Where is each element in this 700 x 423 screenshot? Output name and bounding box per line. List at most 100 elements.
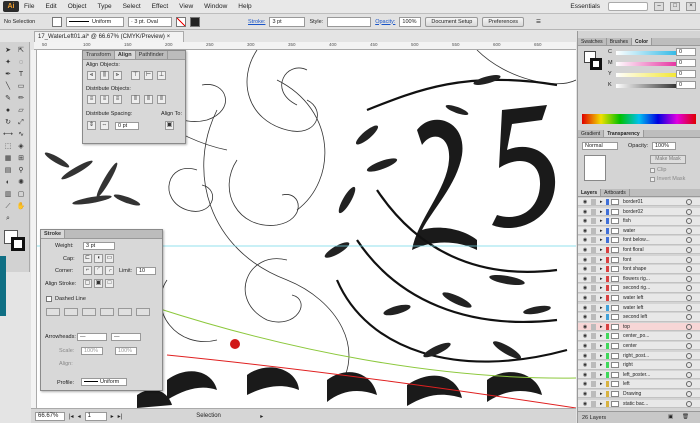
last-artboard-icon[interactable]: ▸| [118,413,123,420]
direct-selection-tool-icon[interactable]: ⇱ [15,46,27,56]
clip-checkbox[interactable] [650,168,655,173]
visibility-eye-icon[interactable]: ◉ [582,381,588,387]
brush-tool-icon[interactable]: ✎ [2,94,14,104]
start-arrowhead-dropdown[interactable]: — [77,333,107,341]
visibility-eye-icon[interactable]: ◉ [582,295,588,301]
tab-transform[interactable]: Transform [83,51,115,59]
status-menu-icon[interactable]: ▸ [260,413,263,420]
layer-row[interactable]: ◉ ▸ font [578,255,700,264]
blend-tool-icon[interactable]: ◐ [2,178,14,188]
visibility-eye-icon[interactable]: ◉ [582,314,588,320]
layer-row[interactable]: ◉ ▸ center [578,342,700,351]
round-cap-icon[interactable]: ◖ [94,254,103,263]
menu-options-icon[interactable]: ☰ [536,19,541,25]
stroke-color-icon[interactable] [11,237,25,251]
tab-brushes[interactable]: Brushes [607,38,633,45]
gap-field-2[interactable] [100,308,114,316]
lock-toggle-icon[interactable] [591,381,596,388]
end-arrowhead-dropdown[interactable]: — [111,333,141,341]
visibility-eye-icon[interactable]: ◉ [582,257,588,263]
screen-mode-icon[interactable] [0,256,6,316]
menu-window[interactable]: Window [204,3,227,10]
blob-brush-icon[interactable]: ● [2,106,14,116]
next-artboard-icon[interactable]: ▸ [111,413,114,420]
maximize-button[interactable]: □ [670,2,680,11]
visibility-eye-icon[interactable]: ◉ [582,266,588,272]
pencil-tool-icon[interactable]: ✏ [15,94,27,104]
stroke-swatch[interactable] [176,16,186,27]
hand-tool-icon[interactable]: ✋ [15,202,27,212]
tab-color[interactable]: Color [632,38,653,45]
align-to-selection-icon[interactable]: ▣ [165,121,174,130]
expand-arrow-icon[interactable]: ▸ [600,352,603,360]
layer-row[interactable]: ◉ ▸ Drawing [578,390,700,399]
tab-layers[interactable]: Layers [578,189,602,196]
lasso-tool-icon[interactable]: ◌ [15,58,27,68]
tab-gradient[interactable]: Gradient [578,130,605,137]
spacing-horizontal-icon[interactable]: ⇔ [100,121,109,130]
scale-tool-icon[interactable]: ⤢ [15,118,27,128]
layer-target-icon[interactable] [686,247,692,253]
magic-wand-icon[interactable]: ✦ [2,58,14,68]
eraser-tool-icon[interactable]: ▱ [15,106,27,116]
graphic-style-swatch[interactable] [190,16,200,27]
menu-view[interactable]: View [179,3,193,10]
lock-toggle-icon[interactable] [591,227,596,234]
round-join-icon[interactable]: ◜ [94,266,103,275]
align-top-icon[interactable]: ⊤ [131,71,140,80]
make-mask-button[interactable]: Make Mask [650,155,686,164]
visibility-eye-icon[interactable]: ◉ [582,285,588,291]
color-spectrum-bar[interactable] [582,114,696,124]
opacity-link[interactable]: Opacity: [375,19,395,25]
butt-cap-icon[interactable]: ⊏ [83,254,92,263]
layer-target-icon[interactable] [686,218,692,225]
lock-toggle-icon[interactable] [591,199,596,205]
help-search-input[interactable] [608,2,648,11]
layer-target-icon[interactable] [686,323,692,330]
expand-arrow-icon[interactable]: ▸ [600,236,603,244]
eyedropper-icon[interactable]: ⚲ [15,166,27,176]
layer-target-icon[interactable] [686,343,692,349]
brush-dropdown[interactable]: · 3 pt. Oval [128,16,172,27]
menu-object[interactable]: Object [68,3,87,10]
minimize-button[interactable]: – [654,2,664,11]
gap-field-1[interactable] [64,308,78,316]
graph-tool-icon[interactable]: ▥ [2,190,14,200]
transparency-opacity-field[interactable]: 100% [652,142,676,150]
close-tab-icon[interactable]: × [167,34,171,40]
mesh-tool-icon[interactable]: ⊞ [15,154,27,164]
perspective-grid-icon[interactable]: ▦ [2,154,14,164]
tab-swatches[interactable]: Swatches [578,38,607,45]
rotate-tool-icon[interactable]: ↻ [2,118,14,128]
yellow-value-field[interactable]: 0 [676,70,696,78]
blend-mode-dropdown[interactable]: Normal [582,142,618,150]
layer-row[interactable]: ◉ ▸ border02 [578,207,700,216]
distribute-hcenter-icon[interactable]: ⦀ [144,95,153,104]
layer-target-icon[interactable] [686,199,692,205]
fill-swatch[interactable] [52,16,62,27]
lock-toggle-icon[interactable] [591,266,596,273]
lock-toggle-icon[interactable] [591,352,596,359]
align-stroke-outside-icon[interactable]: □ [105,279,114,288]
expand-arrow-icon[interactable]: ▸ [600,246,603,254]
layer-row[interactable]: ◉ ▸ border01 [578,198,700,207]
visibility-eye-icon[interactable]: ◉ [582,333,588,339]
gradient-tool-icon[interactable]: ▤ [2,166,14,176]
rectangle-tool-icon[interactable]: ▭ [15,82,27,92]
workspace-switcher[interactable]: Essentials [570,3,600,10]
visibility-eye-icon[interactable]: ◉ [582,401,588,407]
menu-edit[interactable]: Edit [45,3,56,10]
menu-type[interactable]: Type [97,3,111,10]
menu-help[interactable]: Help [238,3,251,10]
visibility-eye-icon[interactable]: ◉ [582,362,588,368]
align-hcenter-icon[interactable]: ⫼ [100,71,109,80]
lock-toggle-icon[interactable] [591,333,596,340]
free-transform-icon[interactable]: ⬚ [2,142,14,152]
expand-arrow-icon[interactable]: ▸ [600,256,603,264]
layer-row[interactable]: ◉ ▸ fish [578,217,700,226]
layer-target-icon[interactable] [686,208,692,215]
expand-arrow-icon[interactable]: ▸ [600,342,603,350]
expand-arrow-icon[interactable]: ▸ [600,198,603,206]
layer-row[interactable]: ◉ ▸ font floral [578,246,700,255]
layer-target-icon[interactable] [686,362,692,369]
